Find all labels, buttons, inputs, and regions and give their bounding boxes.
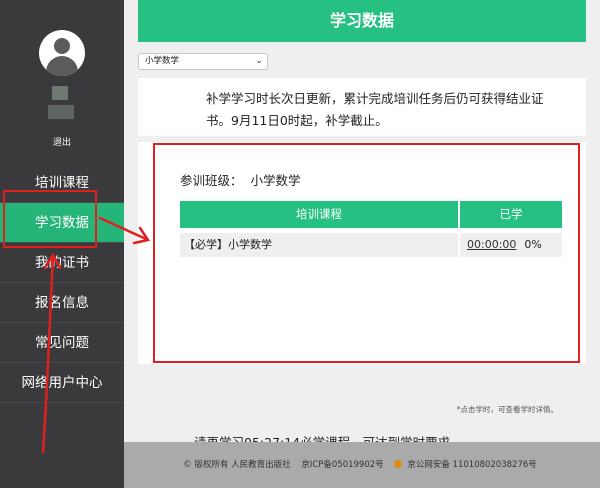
footer-copyright: © 版权所有 人民教育出版社 (183, 460, 291, 470)
page-title: 学习数据 (138, 0, 586, 42)
study-time-link[interactable]: 00:00:00 (467, 238, 516, 251)
avatar-body-shape (46, 56, 78, 76)
footer-police-record[interactable]: 京公网安备 11010802038276号 (394, 460, 540, 470)
chevron-down-icon: ⌄ (255, 56, 263, 66)
class-info: 参训班级： 小学数学 (180, 170, 301, 189)
study-percent: 0% (524, 238, 542, 251)
class-select[interactable]: 小学数学 ⌄ (138, 53, 268, 70)
logout-link[interactable]: 退出 (0, 135, 124, 148)
class-label: 参训班级： (180, 173, 243, 188)
avatar-head-shape (54, 38, 70, 54)
sidebar-item-courses[interactable]: 培训课程 (0, 163, 124, 203)
column-header-course: 培训课程 (180, 201, 458, 228)
footer-icp-link[interactable]: 京ICP备05019902号 (301, 460, 383, 470)
footer: © 版权所有 人民教育出版社 京ICP备05019902号 京公网安备 1101… (124, 442, 600, 488)
column-header-studied: 已学 (460, 201, 562, 228)
sidebar-item-user-center[interactable]: 网络用户中心 (0, 363, 124, 403)
sidebar-item-registration[interactable]: 报名信息 (0, 283, 124, 323)
footer-police-text: 京公网安备 11010802038276号 (407, 460, 537, 470)
notice-panel: 补学学习时长次日更新，累计完成培训任务后仍可获得结业证书。9月11日0时起，补学… (138, 78, 586, 136)
table-row: 【必学】小学数学 00:00:00 0% (180, 233, 562, 257)
blurred-user-info (48, 105, 74, 119)
notice-text: 补学学习时长次日更新，累计完成培训任务后仍可获得结业证书。9月11日0时起，补学… (206, 91, 544, 128)
main-content: 学习数据 小学数学 ⌄ 补学学习时长次日更新，累计完成培训任务后仍可获得结业证书… (124, 0, 600, 450)
avatar[interactable] (39, 30, 85, 76)
course-name-cell: 【必学】小学数学 (180, 233, 458, 257)
class-value: 小学数学 (250, 173, 301, 188)
studied-cell: 00:00:00 0% (460, 233, 562, 257)
sidebar-item-faq[interactable]: 常见问题 (0, 323, 124, 363)
sidebar-item-certificates[interactable]: 我的证书 (0, 243, 124, 283)
table-header-row: 培训课程 已学 (180, 201, 562, 228)
class-select-value: 小学数学 (145, 56, 180, 66)
police-badge-icon (394, 460, 403, 468)
blurred-username (52, 86, 68, 100)
sidebar: 退出 培训课程 学习数据 我的证书 报名信息 常见问题 网络用户中心 (0, 0, 124, 488)
study-data-card: 参训班级： 小学数学 培训课程 已学 【必学】小学数学 00:00:00 0% *点… (138, 142, 586, 450)
sidebar-item-study-data[interactable]: 学习数据 (0, 203, 124, 243)
hint-text: *点击学时，可查看学时详情。 (456, 405, 558, 414)
